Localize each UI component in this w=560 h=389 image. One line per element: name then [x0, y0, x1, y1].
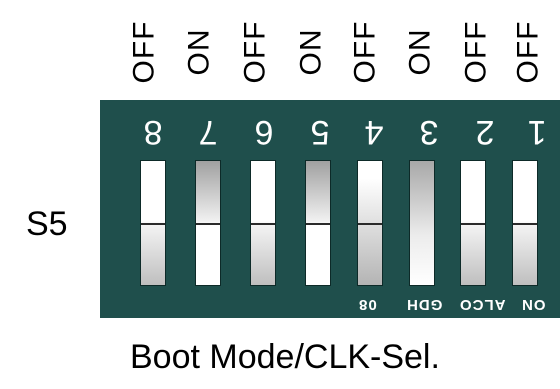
switch-7-state: ON	[182, 28, 215, 76]
switch-7-lever[interactable]	[195, 160, 221, 286]
bottom-label-pos1: ON	[521, 296, 546, 313]
bottom-label-pos2: ALCO	[459, 296, 506, 313]
switch-6-state: OFF	[238, 20, 271, 84]
switch-3-number: 3	[419, 113, 439, 151]
bottom-label-pos4: 08	[358, 296, 377, 313]
dip-switch-block: 8 7 6 5 4 3 2 1 08 GDH ALCO ON	[100, 100, 560, 318]
caption: Boot Mode/CLK-Sel.	[130, 338, 440, 376]
switch-8-state: OFF	[127, 20, 160, 84]
switch-2-state: OFF	[459, 20, 492, 84]
switch-5-lever[interactable]	[305, 160, 331, 286]
switch-2-lever[interactable]	[460, 160, 486, 286]
switch-4-number: 4	[364, 113, 384, 151]
switch-8-lever[interactable]	[140, 160, 166, 286]
switch-1-number: 1	[527, 113, 547, 151]
switch-6-lever[interactable]	[250, 160, 276, 286]
switch-5-state: ON	[294, 28, 327, 76]
switch-7-number: 7	[198, 113, 218, 151]
switch-4-lever[interactable]	[357, 160, 383, 286]
switch-5-number: 5	[310, 113, 330, 151]
switch-3-state: ON	[403, 28, 436, 76]
switch-8-number: 8	[143, 113, 163, 151]
bottom-label-pos3: GDH	[406, 296, 443, 313]
switch-6-number: 6	[254, 113, 274, 151]
switch-4-state: OFF	[348, 20, 381, 84]
switch-1-lever[interactable]	[512, 160, 538, 286]
switch-designator: S5	[26, 205, 68, 243]
switch-2-number: 2	[475, 113, 495, 151]
switch-3-lever[interactable]	[409, 160, 435, 286]
switch-1-state: OFF	[511, 20, 544, 84]
